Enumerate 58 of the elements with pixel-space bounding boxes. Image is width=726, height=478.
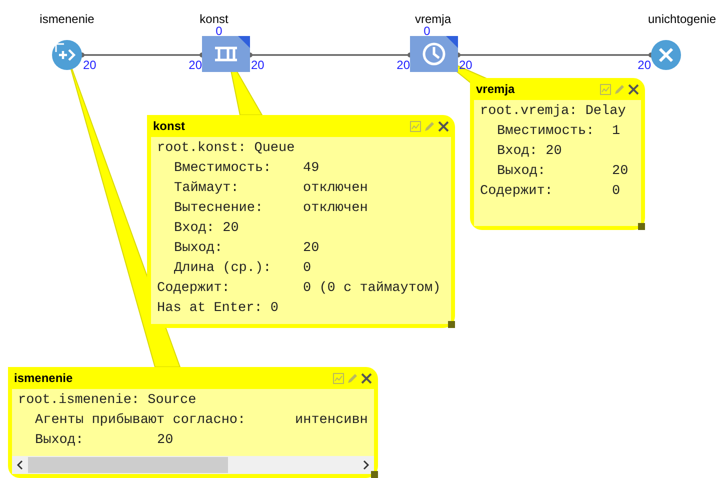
- close-icon[interactable]: [361, 372, 372, 384]
- block-label: unichtogenie: [648, 11, 716, 28]
- port-count: 20: [459, 57, 472, 74]
- queue-block-icon[interactable]: [202, 36, 250, 72]
- property-text: Вход: 20: [497, 142, 562, 161]
- window-title: ismenenie: [14, 370, 74, 387]
- property-value: 20: [157, 432, 174, 450]
- property-label: Выход:: [174, 240, 224, 258]
- chart-icon[interactable]: [410, 120, 421, 132]
- resize-grip-icon[interactable]: [448, 321, 455, 328]
- port-count: 0: [216, 24, 222, 40]
- property-label: Вместимость:: [497, 122, 596, 141]
- block-label: konst: [200, 11, 228, 26]
- delay-block-icon[interactable]: [410, 36, 458, 72]
- property-text: Has at Enter: 0: [157, 300, 279, 318]
- property-value: 0 (0 с таймаутом): [303, 280, 441, 298]
- property-value: 20: [303, 240, 320, 258]
- property-value: 20: [612, 162, 628, 181]
- port-count: 0: [424, 24, 430, 40]
- property-text: root.vremja: Delay: [480, 102, 626, 121]
- property-value: 1: [612, 122, 620, 141]
- resize-grip-icon[interactable]: [371, 471, 378, 478]
- property-label: Длина (ср.):: [174, 260, 272, 278]
- property-label: Вместимость:: [174, 160, 272, 178]
- property-label: Содержит:: [480, 182, 554, 201]
- property-value: 0: [303, 260, 312, 278]
- property-label: Выход:: [35, 432, 85, 450]
- property-value: интенсивн: [295, 412, 368, 430]
- property-label: Таймаут:: [174, 180, 240, 198]
- property-text: Вход: 20: [174, 220, 239, 238]
- port-count: 20: [396, 57, 410, 74]
- port-count: 20: [83, 57, 96, 74]
- property-text: root.konst: Queue: [157, 140, 295, 158]
- property-label: Агенты прибывают согласно:: [35, 412, 247, 430]
- property-label: Вытеснение:: [174, 200, 264, 218]
- port-count: 20: [251, 57, 264, 74]
- property-value: отключен: [303, 200, 368, 218]
- sink-block-icon[interactable]: [651, 40, 681, 70]
- port-count: 20: [188, 57, 202, 74]
- close-icon[interactable]: [628, 84, 639, 94]
- resize-grip-icon[interactable]: [638, 223, 645, 230]
- property-label: Содержит:: [157, 280, 231, 298]
- property-value: отключен: [303, 180, 368, 198]
- window-title: vremja: [476, 81, 516, 98]
- block-label: ismenenie: [40, 11, 94, 28]
- property-value: 0: [612, 182, 620, 201]
- chart-icon[interactable]: [600, 84, 611, 94]
- block-label: vremja: [415, 11, 451, 26]
- source-block-icon[interactable]: [52, 40, 82, 70]
- property-text: root.ismenenie: Source: [18, 392, 196, 410]
- property-value: 49: [303, 160, 320, 178]
- scrollbar-thumb[interactable]: [28, 457, 228, 473]
- port-count: 20: [638, 57, 651, 74]
- horizontal-scrollbar[interactable]: [12, 456, 374, 474]
- chart-icon[interactable]: [333, 372, 344, 384]
- window-title: konst: [153, 118, 186, 135]
- property-label: Выход:: [497, 162, 547, 181]
- close-icon[interactable]: [438, 120, 449, 132]
